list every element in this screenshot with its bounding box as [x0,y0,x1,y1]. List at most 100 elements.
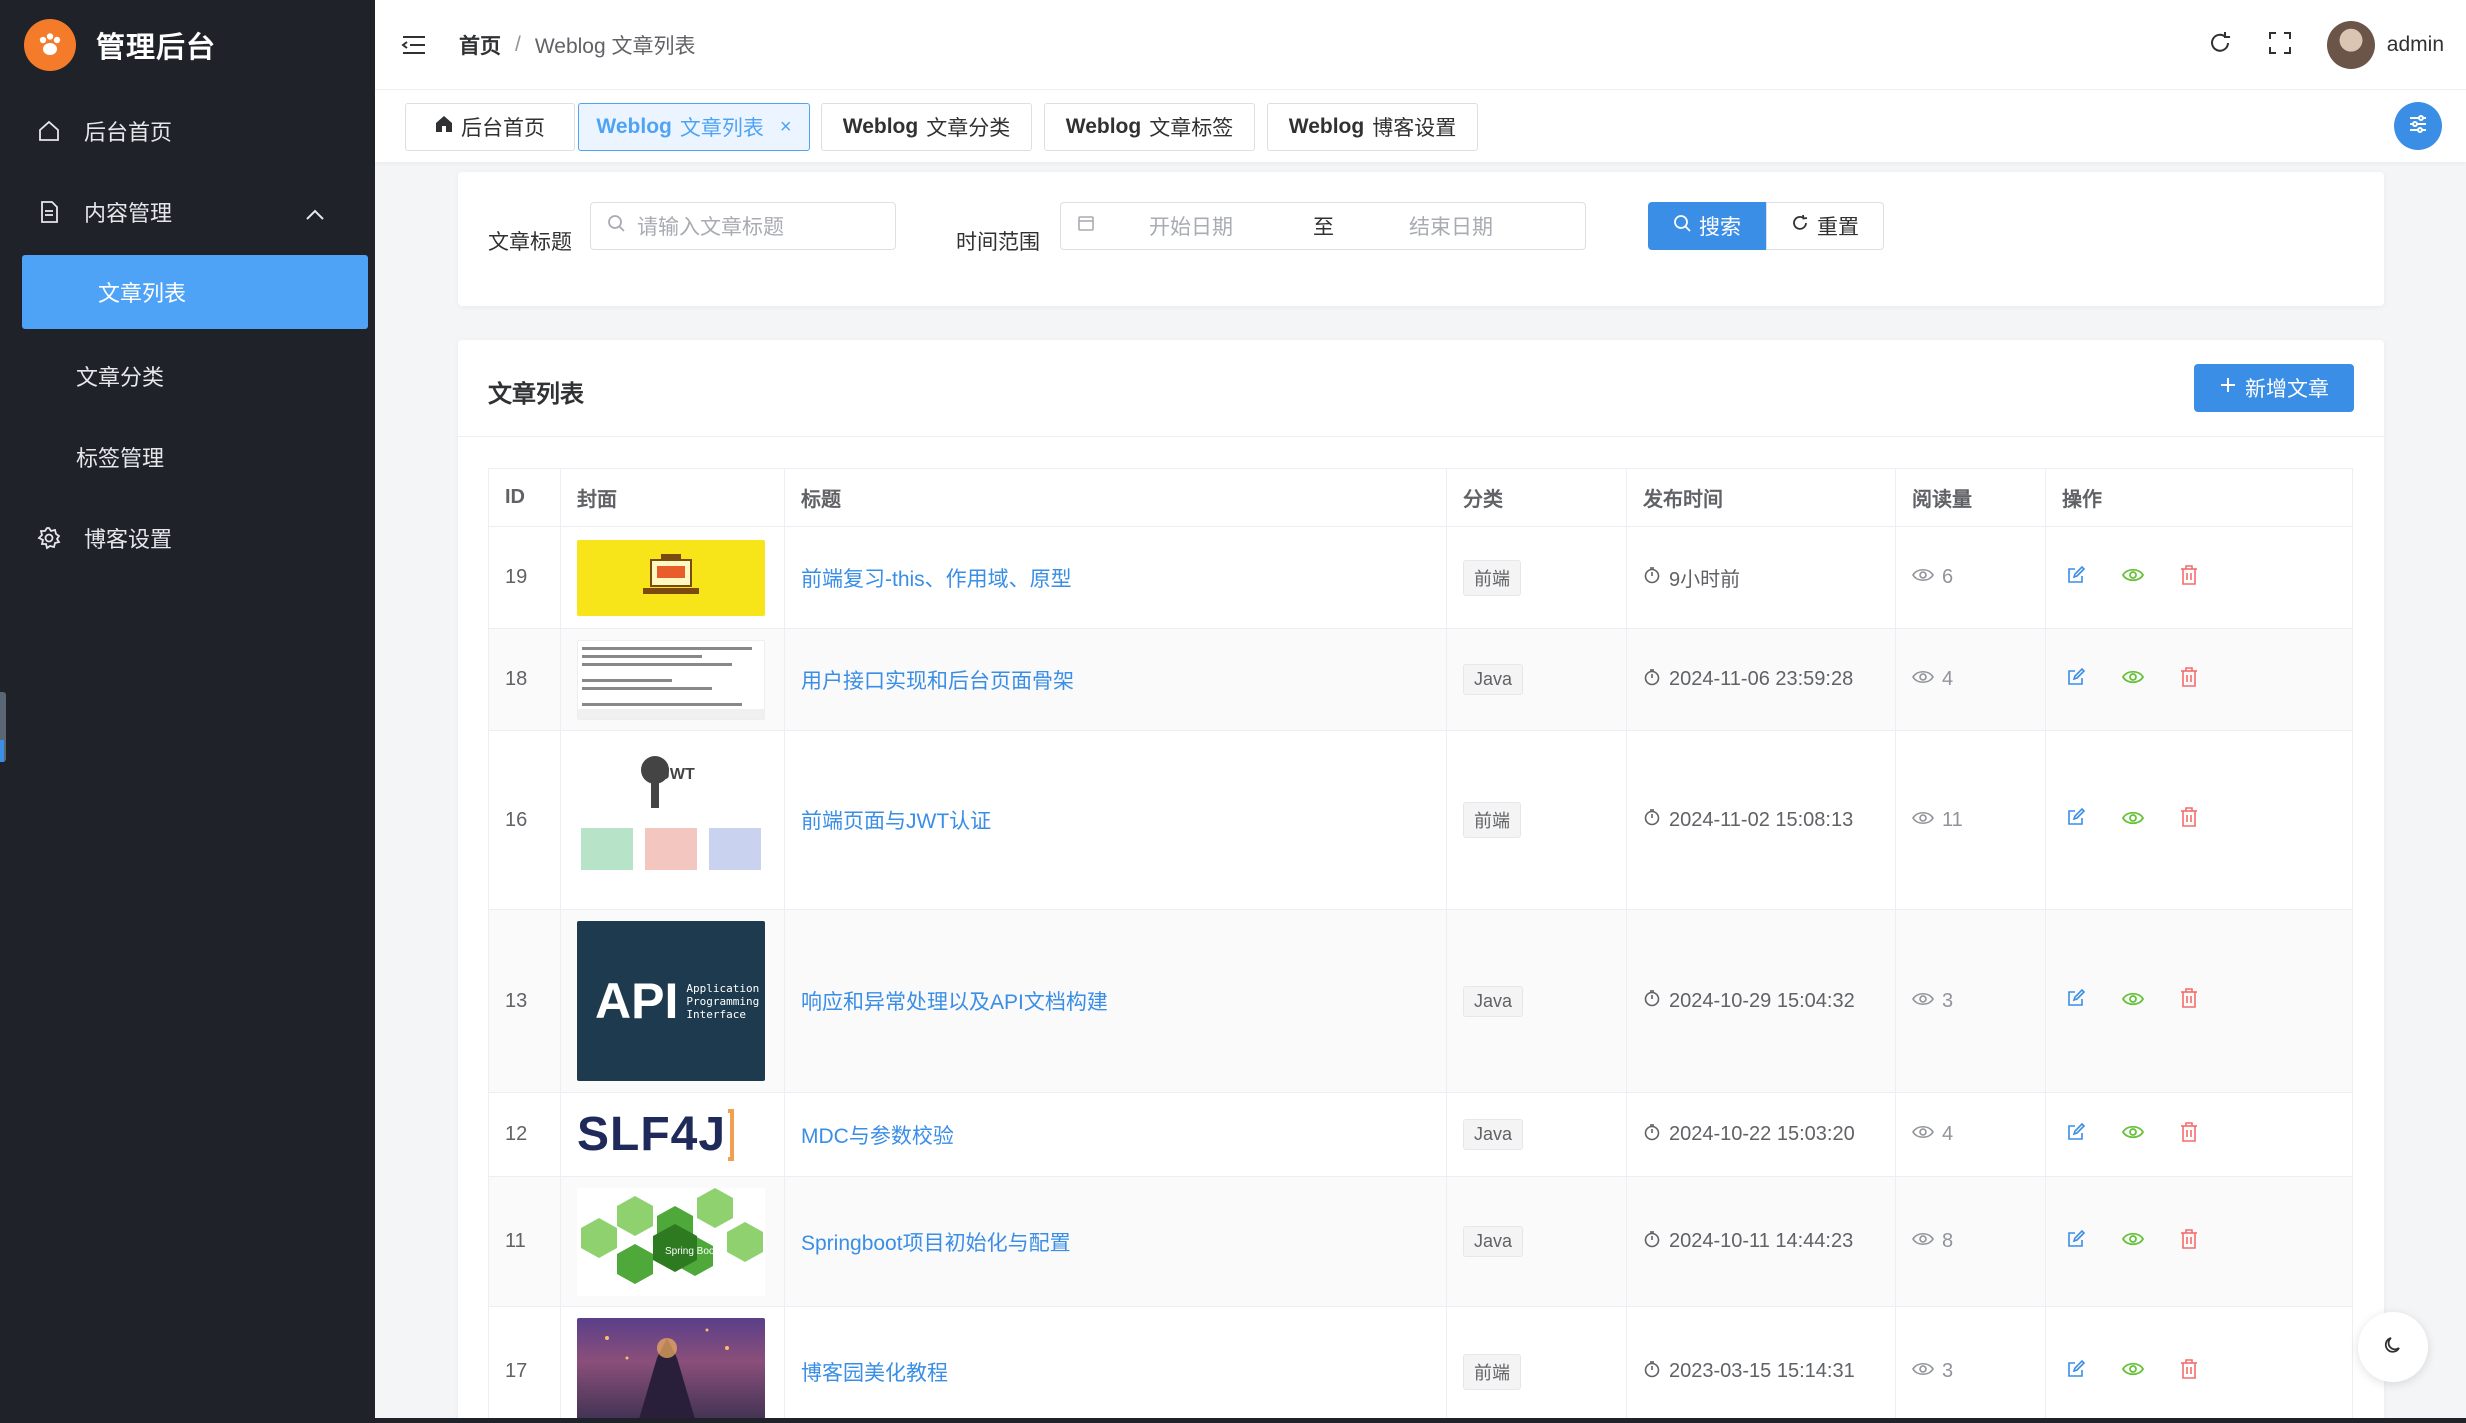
close-icon[interactable]: × [780,116,792,139]
article-title-link[interactable]: 用户接口实现和后台页面骨架 [801,670,1074,693]
sidebar-item-tag-manage[interactable]: 标签管理 [0,416,375,497]
sidebar-item-blog-settings[interactable]: 博客设置 [0,497,375,578]
article-title-link[interactable]: MDC与参数校验 [801,1125,954,1148]
tab-dashboard[interactable]: 后台首页 [405,103,575,151]
cell-id: 11 [488,1176,561,1307]
read-count: 3 [1942,1360,1954,1382]
cell-cover [560,628,785,731]
delete-icon[interactable] [2180,1358,2198,1385]
add-article-label: 新增文章 [2245,378,2329,401]
eye-icon [1912,668,1934,691]
edit-icon[interactable] [2066,1122,2086,1148]
edit-icon[interactable] [2066,988,2086,1014]
view-icon[interactable] [2121,990,2145,1013]
eye-icon [1912,990,1934,1013]
cover-image[interactable]: Spring Boot [577,1187,765,1296]
cell-cover: JWT [560,730,785,910]
article-title-link[interactable]: 前端页面与JWT认证 [801,810,991,833]
cover-image[interactable] [577,539,765,616]
search-button[interactable]: 搜索 [1648,202,1766,250]
edit-icon[interactable] [2066,1229,2086,1255]
eye-icon [1912,1230,1934,1253]
delete-icon[interactable] [2180,1121,2198,1148]
eye-icon [1912,809,1934,832]
add-article-button[interactable]: 新增文章 [2194,364,2354,412]
breadcrumb-home[interactable]: 首页 [459,30,501,60]
refresh-icon[interactable] [2207,30,2233,61]
clock-icon [1643,989,1661,1013]
title-search-input[interactable]: 请输入文章标题 [590,202,896,250]
breadcrumb: 首页 / Weblog 文章列表 [459,30,696,60]
cell-id: 16 [488,730,561,910]
delete-icon[interactable] [2180,1228,2198,1255]
reset-button[interactable]: 重置 [1766,202,1884,250]
cell-category: Java [1446,1092,1627,1177]
edit-icon[interactable] [2066,667,2086,693]
cover-image[interactable]: API Application Programming Interface [577,921,765,1081]
start-date-input[interactable]: 开始日期 [1149,211,1233,241]
cell-title: MDC与参数校验 [784,1092,1447,1177]
view-icon[interactable] [2121,1230,2145,1253]
view-icon[interactable] [2121,668,2145,691]
sidebar-item-dashboard[interactable]: 后台首页 [0,90,375,171]
cell-category: 前端 [1446,730,1627,910]
cell-actions [2045,628,2353,731]
cell-title: 前端复习-this、作用域、原型 [784,526,1447,629]
delete-icon[interactable] [2180,988,2198,1014]
eye-icon [1912,1123,1934,1146]
view-icon[interactable] [2121,566,2145,589]
category-tag: Java [1463,1119,1524,1150]
cover-image[interactable] [577,1317,765,1423]
delete-icon[interactable] [2180,564,2198,591]
sidebar-item-label: 文章列表 [98,281,187,306]
view-icon[interactable] [2121,1360,2145,1383]
bottom-edge [375,1418,2466,1423]
search-icon [607,214,625,238]
cover-image[interactable]: JWT [577,742,765,898]
edit-icon[interactable] [2066,807,2086,833]
cover-image[interactable] [577,639,765,720]
search-icon [1673,214,1691,238]
document-icon [36,199,62,225]
article-title-link[interactable]: 博客园美化教程 [801,1362,948,1385]
brand[interactable]: 管理后台 [0,0,375,90]
tab-options-button[interactable] [2394,102,2442,150]
tab-blog-settings[interactable]: Weblog 博客设置 [1267,103,1478,151]
publish-time: 2024-11-06 23:59:28 [1669,668,1854,690]
tab-article-tag[interactable]: Weblog 文章标签 [1044,103,1255,151]
delete-icon[interactable] [2180,666,2198,693]
clock-icon [1643,808,1661,832]
tab-article-list[interactable]: Weblog 文章列表 × [578,103,810,151]
article-title-link[interactable]: 前端复习-this、作用域、原型 [801,568,1072,591]
category-tag: Java [1463,1226,1524,1257]
view-icon[interactable] [2121,1123,2145,1146]
tab-prefix: Weblog [1288,115,1365,138]
fullscreen-icon[interactable] [2267,30,2293,61]
delete-icon[interactable] [2180,807,2198,833]
collapse-menu-icon[interactable] [401,32,427,58]
read-count: 4 [1942,1123,1954,1145]
cell-cover: Spring Boot [560,1176,785,1307]
avatar[interactable] [2326,21,2375,69]
dark-mode-toggle[interactable] [2358,1312,2428,1382]
cell-reads: 11 [1895,730,2046,910]
edit-icon[interactable] [2066,1359,2086,1385]
sidebar-item-article-list[interactable]: 文章列表 [22,255,368,329]
end-date-input[interactable]: 结束日期 [1409,211,1493,241]
cell-reads: 8 [1895,1176,2046,1307]
sidebar-item-content[interactable]: 内容管理 [0,171,375,252]
tab-bar: 后台首页 Weblog 文章列表 × Weblog 文章分类 Weblog 文章… [375,90,2466,162]
table-row: 17 博客园美化教程 前端 2023-03-15 15:14:31 3 [488,1306,2353,1423]
article-title-link[interactable]: Springboot项目初始化与配置 [801,1232,1071,1255]
date-range-picker[interactable]: 开始日期 至 结束日期 [1060,202,1586,250]
article-title-link[interactable]: 响应和异常处理以及API文档构建 [801,991,1108,1014]
table-row: 19 前端复习-this、作用域、原型 前端 9小时前 6 [488,526,2353,629]
edit-icon[interactable] [2066,565,2086,591]
category-tag: Java [1463,664,1524,695]
cell-time: 9小时前 [1626,526,1896,629]
tab-article-category[interactable]: Weblog 文章分类 [821,103,1032,151]
cover-image[interactable]: SLF4J [577,1103,765,1166]
username[interactable]: admin [2387,33,2444,57]
sidebar-item-article-category[interactable]: 文章分类 [0,335,375,416]
view-icon[interactable] [2121,809,2145,832]
